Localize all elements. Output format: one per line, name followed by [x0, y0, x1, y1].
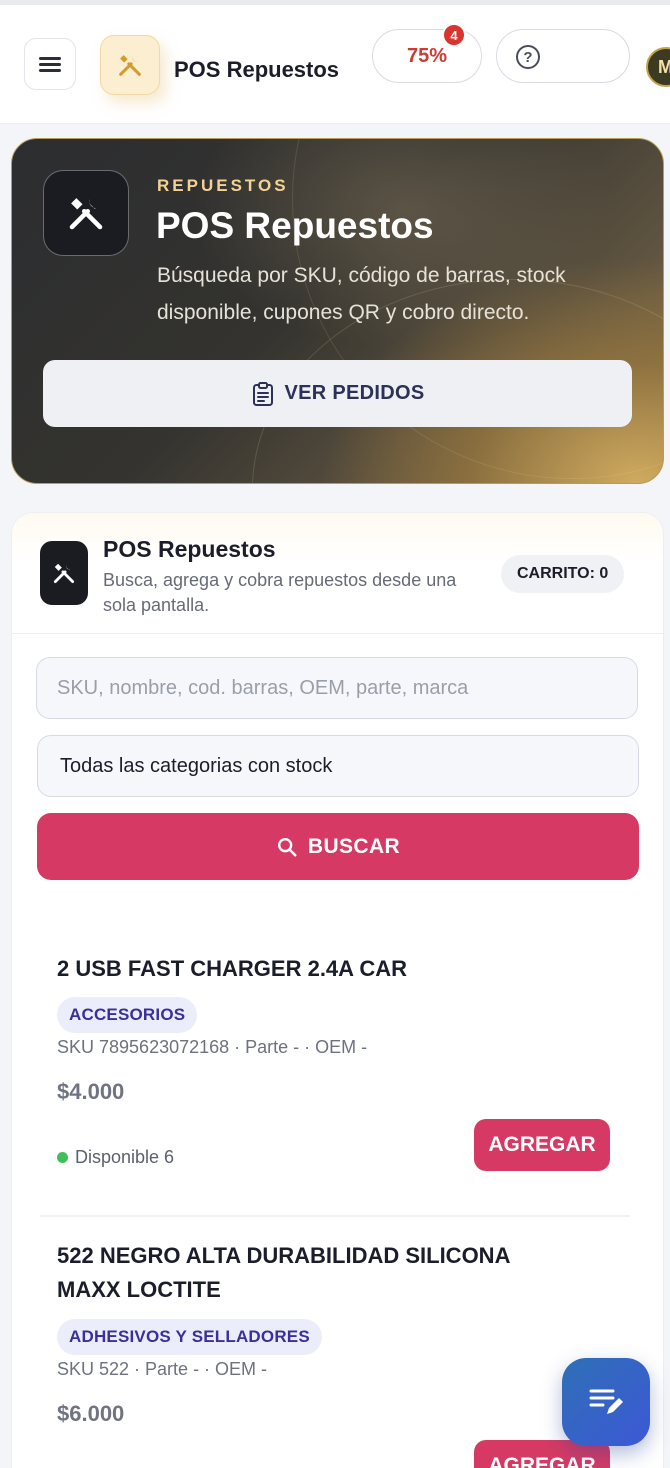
hero-banner: REPUESTOS POS Repuestos Búsqueda por SKU… — [11, 138, 664, 484]
help-button[interactable]: ? — [496, 29, 630, 83]
clipboard-icon — [252, 381, 273, 406]
add-to-cart-button[interactable]: AGREGAR — [474, 1119, 610, 1171]
cart-counter[interactable]: CARRITO: 0 — [501, 555, 625, 593]
hero-eyebrow: REPUESTOS — [157, 176, 289, 195]
product-stock-label: Disponible 6 — [75, 1147, 175, 1167]
product-stock: Disponible 6 — [57, 1147, 174, 1168]
notification-badge: 4 — [442, 23, 466, 47]
pos-tools-badge — [40, 541, 88, 605]
hamburger-icon — [39, 54, 61, 75]
app-brand-name: POS Repuestos — [174, 57, 340, 82]
search-button[interactable]: BUSCAR — [37, 813, 639, 880]
top-bar: POS Repuestos 75% 4 ? M — [0, 0, 670, 124]
user-avatar[interactable]: M — [646, 47, 670, 87]
search-button-label: BUSCAR — [307, 834, 401, 858]
pos-card-header: POS Repuestos Busca, agrega y cobra repu… — [12, 513, 663, 634]
category-select-value: Todas las categorias con stock — [60, 754, 333, 777]
app-page: POS Repuestos 75% 4 ? M REPUESTOS POS Re… — [0, 0, 670, 1468]
view-orders-label: VER PEDIDOS — [284, 382, 425, 404]
pos-subtitle: Busca, agrega y cobra repuestos desde un… — [103, 570, 457, 615]
app-logo[interactable] — [100, 35, 160, 95]
product-item: 522 NEGRO ALTA DURABILIDAD SILICONA MAXX… — [40, 1235, 630, 1468]
product-price: $4.000 — [57, 1079, 125, 1104]
menu-button[interactable] — [24, 38, 76, 90]
product-search-input[interactable] — [36, 657, 638, 719]
product-name: 2 USB FAST CHARGER 2.4A CAR — [57, 956, 408, 981]
tools-icon — [119, 55, 141, 76]
product-divider — [40, 1215, 630, 1217]
tools-icon — [69, 198, 103, 230]
stock-status-dot-icon — [57, 1152, 68, 1163]
product-category-tag: ACCESORIOS — [57, 997, 198, 1033]
search-icon — [277, 837, 297, 857]
notes-edit-icon — [589, 1389, 623, 1414]
product-item: 2 USB FAST CHARGER 2.4A CAR ACCESORIOS S… — [40, 945, 630, 1215]
quick-notes-fab[interactable] — [562, 1358, 650, 1446]
product-name: 522 NEGRO ALTA DURABILIDAD SILICONA MAXX… — [57, 1243, 510, 1302]
view-orders-button[interactable]: VER PEDIDOS — [43, 360, 632, 427]
progress-value: 75% — [406, 44, 448, 67]
product-price: $6.000 — [57, 1401, 125, 1426]
category-select[interactable]: Todas las categorias con stock — [37, 735, 639, 797]
tools-icon — [53, 563, 75, 584]
hero-description: Búsqueda por SKU, código de barras, stoc… — [157, 264, 566, 324]
help-circle-icon: ? — [516, 45, 540, 69]
hero-title: POS Repuestos — [156, 205, 434, 246]
pos-title: POS Repuestos — [103, 536, 276, 562]
pos-card: POS Repuestos Busca, agrega y cobra repu… — [11, 512, 664, 1468]
hero-tools-badge — [43, 170, 129, 256]
product-sku-line: SKU 522 · Parte - · OEM - — [57, 1359, 268, 1379]
product-category-tag: ADHESIVOS Y SELLADORES — [57, 1319, 322, 1355]
product-sku-line: SKU 7895623072168 · Parte - · OEM - — [57, 1037, 368, 1057]
